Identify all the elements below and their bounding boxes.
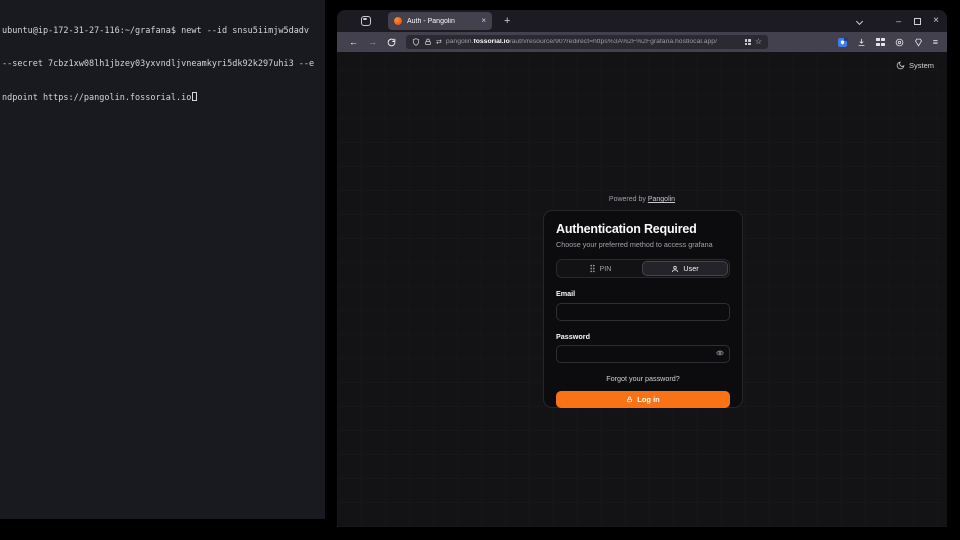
user-icon xyxy=(671,265,679,273)
pangolin-favicon-icon xyxy=(394,17,402,25)
circle-extension-icon[interactable] xyxy=(895,38,904,47)
card-subtitle: Choose your preferred method to access g… xyxy=(556,240,730,249)
menu-hamburger-icon[interactable]: ≡ xyxy=(933,38,938,47)
firefox-view-icon[interactable] xyxy=(361,16,371,26)
reload-icon[interactable] xyxy=(387,38,396,47)
password-label: Password xyxy=(556,332,730,341)
extensions-icon[interactable] xyxy=(876,38,885,47)
powered-by: Powered by Pangolin xyxy=(337,196,947,203)
forgot-password-link[interactable]: Forgot your password? xyxy=(556,374,730,383)
login-button[interactable]: Log in xyxy=(556,391,730,408)
desktop: ubuntu@ip-172-31-27-116:~/grafana$ newt … xyxy=(0,0,960,540)
auth-card: Authentication Required Choose your pref… xyxy=(543,210,743,408)
login-lock-icon xyxy=(626,396,633,403)
auth-page: System Powered by Pangolin Authenticatio… xyxy=(337,52,947,527)
auth-method-tabs: PIN User xyxy=(556,259,730,278)
permissions-icon[interactable]: ⇄ xyxy=(436,39,442,46)
url-bar[interactable]: ⇄ pangolin.fossorial.io/auth/resource/90… xyxy=(406,35,768,49)
keypad-icon xyxy=(589,264,596,273)
theme-label: System xyxy=(909,61,934,70)
tab-user[interactable]: User xyxy=(642,261,728,276)
tab-list-chevron-down-icon[interactable] xyxy=(856,17,863,24)
pangolin-link[interactable]: Pangolin xyxy=(648,196,675,203)
close-tab-icon[interactable]: × xyxy=(481,17,486,25)
email-label: Email xyxy=(556,289,730,298)
email-field[interactable] xyxy=(556,303,730,321)
window-maximize-button[interactable] xyxy=(914,18,921,25)
tab-auth-pangolin[interactable]: Auth - Pangolin × xyxy=(388,12,492,30)
addon-shield-icon[interactable] xyxy=(914,38,923,47)
bookmark-star-icon[interactable]: ☆ xyxy=(755,38,762,46)
browser-toolbar: ← → ⇄ pangolin.fossorial.io/auth/resourc… xyxy=(337,32,947,52)
download-icon[interactable] xyxy=(857,38,866,47)
terminal-cursor xyxy=(192,92,197,101)
lock-icon[interactable] xyxy=(424,38,432,46)
terminal-line: --secret 7cbz1xw08lh1jbzey03yxvndljvneam… xyxy=(2,59,323,70)
tab-pin[interactable]: PIN xyxy=(558,261,642,276)
show-password-eye-icon[interactable] xyxy=(716,349,724,357)
moon-icon xyxy=(896,61,905,70)
tab-title: Auth - Pangolin xyxy=(407,18,476,25)
terminal-window[interactable]: ubuntu@ip-172-31-27-116:~/grafana$ newt … xyxy=(0,0,325,519)
new-tab-button[interactable]: + xyxy=(504,15,510,27)
window-minimize-button[interactable]: – xyxy=(896,17,901,26)
extension-shield-icon[interactable] xyxy=(838,38,847,47)
back-button[interactable]: ← xyxy=(349,38,358,47)
shield-icon[interactable] xyxy=(412,38,420,46)
toolbar-extensions-area: ≡ xyxy=(838,38,940,47)
theme-toggle[interactable]: System xyxy=(896,61,934,70)
terminal-line: ndpoint https://pangolin.fossorial.io xyxy=(2,92,323,104)
terminal-line: ubuntu@ip-172-31-27-116:~/grafana$ newt … xyxy=(2,26,323,37)
card-title: Authentication Required xyxy=(556,222,730,236)
page-grid-icon[interactable] xyxy=(745,39,751,45)
browser-window: Auth - Pangolin × + – × ← → xyxy=(337,10,947,527)
password-field[interactable] xyxy=(556,345,730,363)
forward-button[interactable]: → xyxy=(368,38,377,47)
url-text: pangolin.fossorial.io/auth/resource/90?r… xyxy=(446,39,741,46)
window-close-button[interactable]: × xyxy=(933,16,939,26)
browser-tab-strip: Auth - Pangolin × + – × xyxy=(337,10,947,32)
